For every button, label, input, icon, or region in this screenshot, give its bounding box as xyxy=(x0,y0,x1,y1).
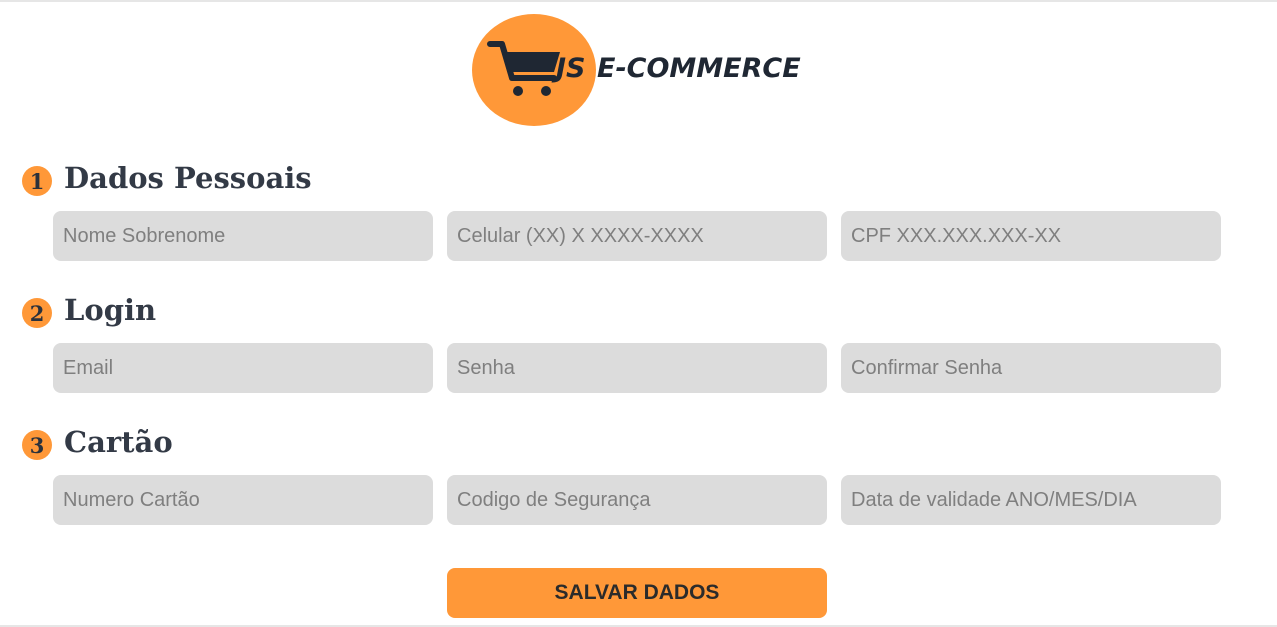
email-field[interactable] xyxy=(53,343,433,393)
security-code-field[interactable] xyxy=(447,475,827,525)
logo-name: E-COMMERCE xyxy=(597,53,801,84)
password-field[interactable] xyxy=(447,343,827,393)
section-title: Cartão xyxy=(64,425,173,459)
step-badge: 2 xyxy=(22,298,52,328)
name-field[interactable] xyxy=(53,211,433,261)
expiry-date-field[interactable] xyxy=(841,475,1221,525)
step-badge: 1 xyxy=(22,166,52,196)
section-dados-pessoais: 1 Dados Pessoais xyxy=(22,160,312,196)
phone-field[interactable] xyxy=(447,211,827,261)
section-title: Dados Pessoais xyxy=(64,161,312,195)
card-number-field[interactable] xyxy=(53,475,433,525)
section-login: 2 Login xyxy=(22,292,156,328)
section-title: Login xyxy=(64,293,157,327)
confirm-password-field[interactable] xyxy=(841,343,1221,393)
page-frame: JS E-COMMERCE 1 Dados Pessoais 2 Login 3… xyxy=(0,0,1277,627)
logo-prefix: JS xyxy=(556,53,586,84)
shopping-cart-icon xyxy=(487,41,560,96)
section-cartao: 3 Cartão xyxy=(22,424,173,460)
step-badge: 3 xyxy=(22,430,52,460)
cpf-field[interactable] xyxy=(841,211,1221,261)
save-button[interactable]: SALVAR DADOS xyxy=(447,568,827,618)
brand-logo: JS E-COMMERCE xyxy=(472,14,812,126)
